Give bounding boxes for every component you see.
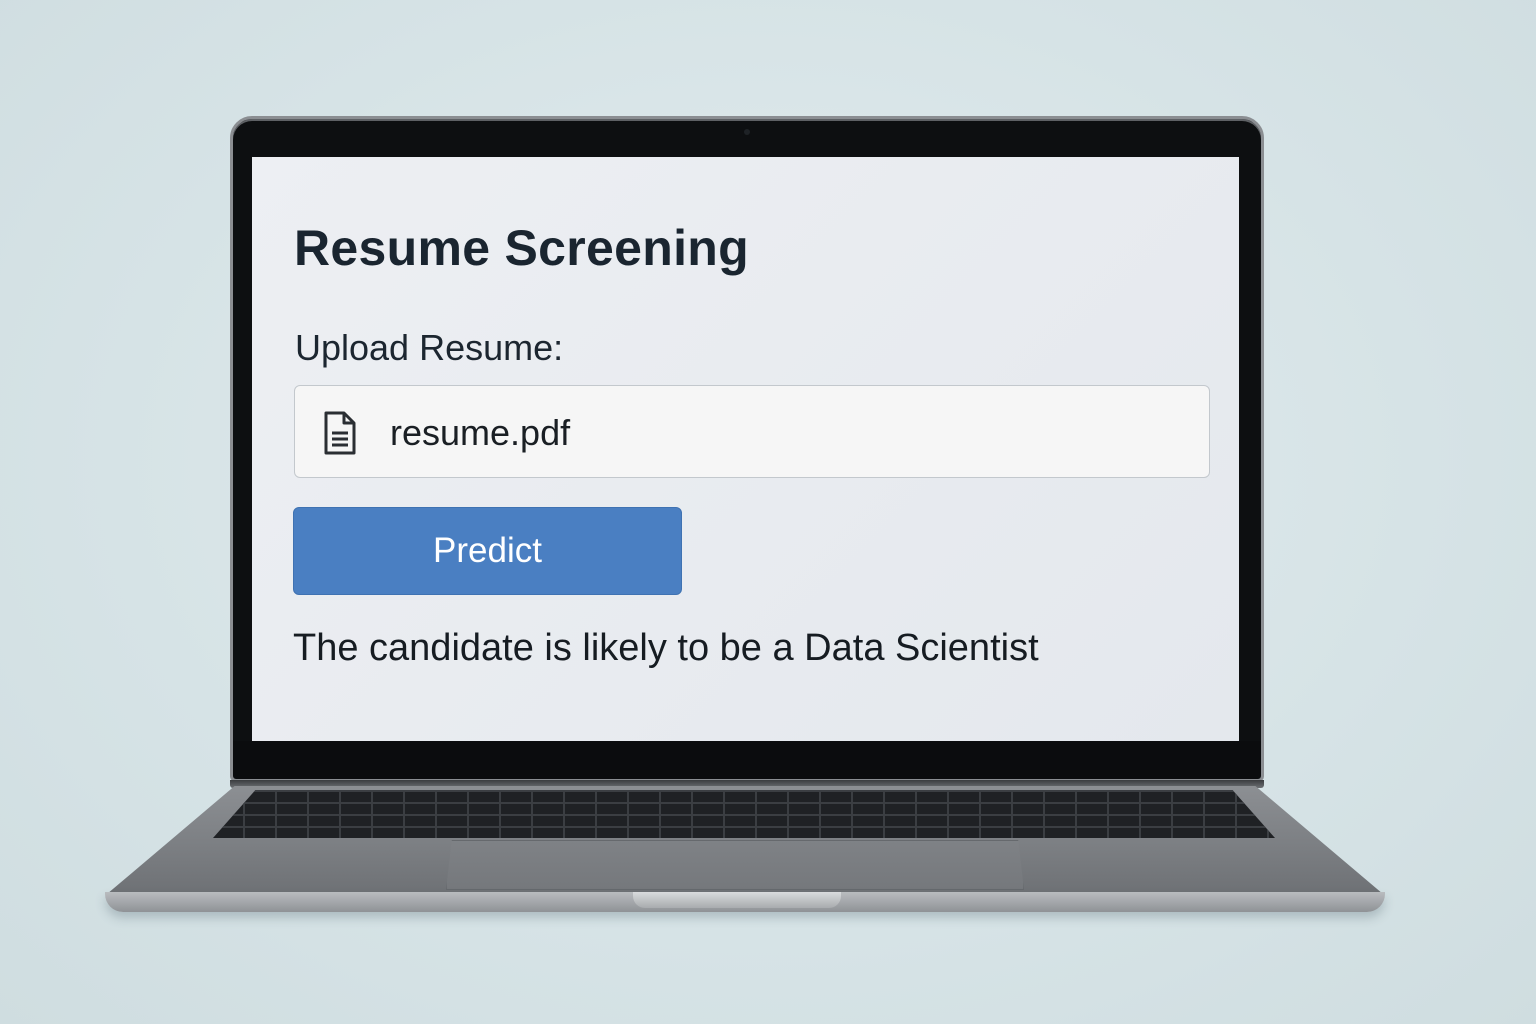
laptop-trackpad bbox=[446, 840, 1024, 890]
webcam bbox=[744, 129, 750, 135]
document-icon bbox=[323, 411, 357, 455]
screen-bezel-bottom bbox=[233, 741, 1261, 779]
upload-resume-label: Upload Resume: bbox=[295, 327, 564, 368]
prediction-result: The candidate is likely to be a Data Sci… bbox=[293, 627, 1039, 669]
selected-file-name: resume.pdf bbox=[390, 412, 571, 453]
laptop-lid: Resume Screening Upload Resume: resume.p… bbox=[230, 116, 1264, 782]
predict-button[interactable]: Predict bbox=[293, 507, 682, 595]
lid-opening-notch bbox=[633, 892, 841, 908]
laptop-keyboard bbox=[213, 790, 1275, 838]
laptop-screen: Resume Screening Upload Resume: resume.p… bbox=[252, 157, 1239, 741]
file-upload-field[interactable]: resume.pdf bbox=[294, 385, 1210, 478]
page-title: Resume Screening bbox=[294, 220, 749, 276]
